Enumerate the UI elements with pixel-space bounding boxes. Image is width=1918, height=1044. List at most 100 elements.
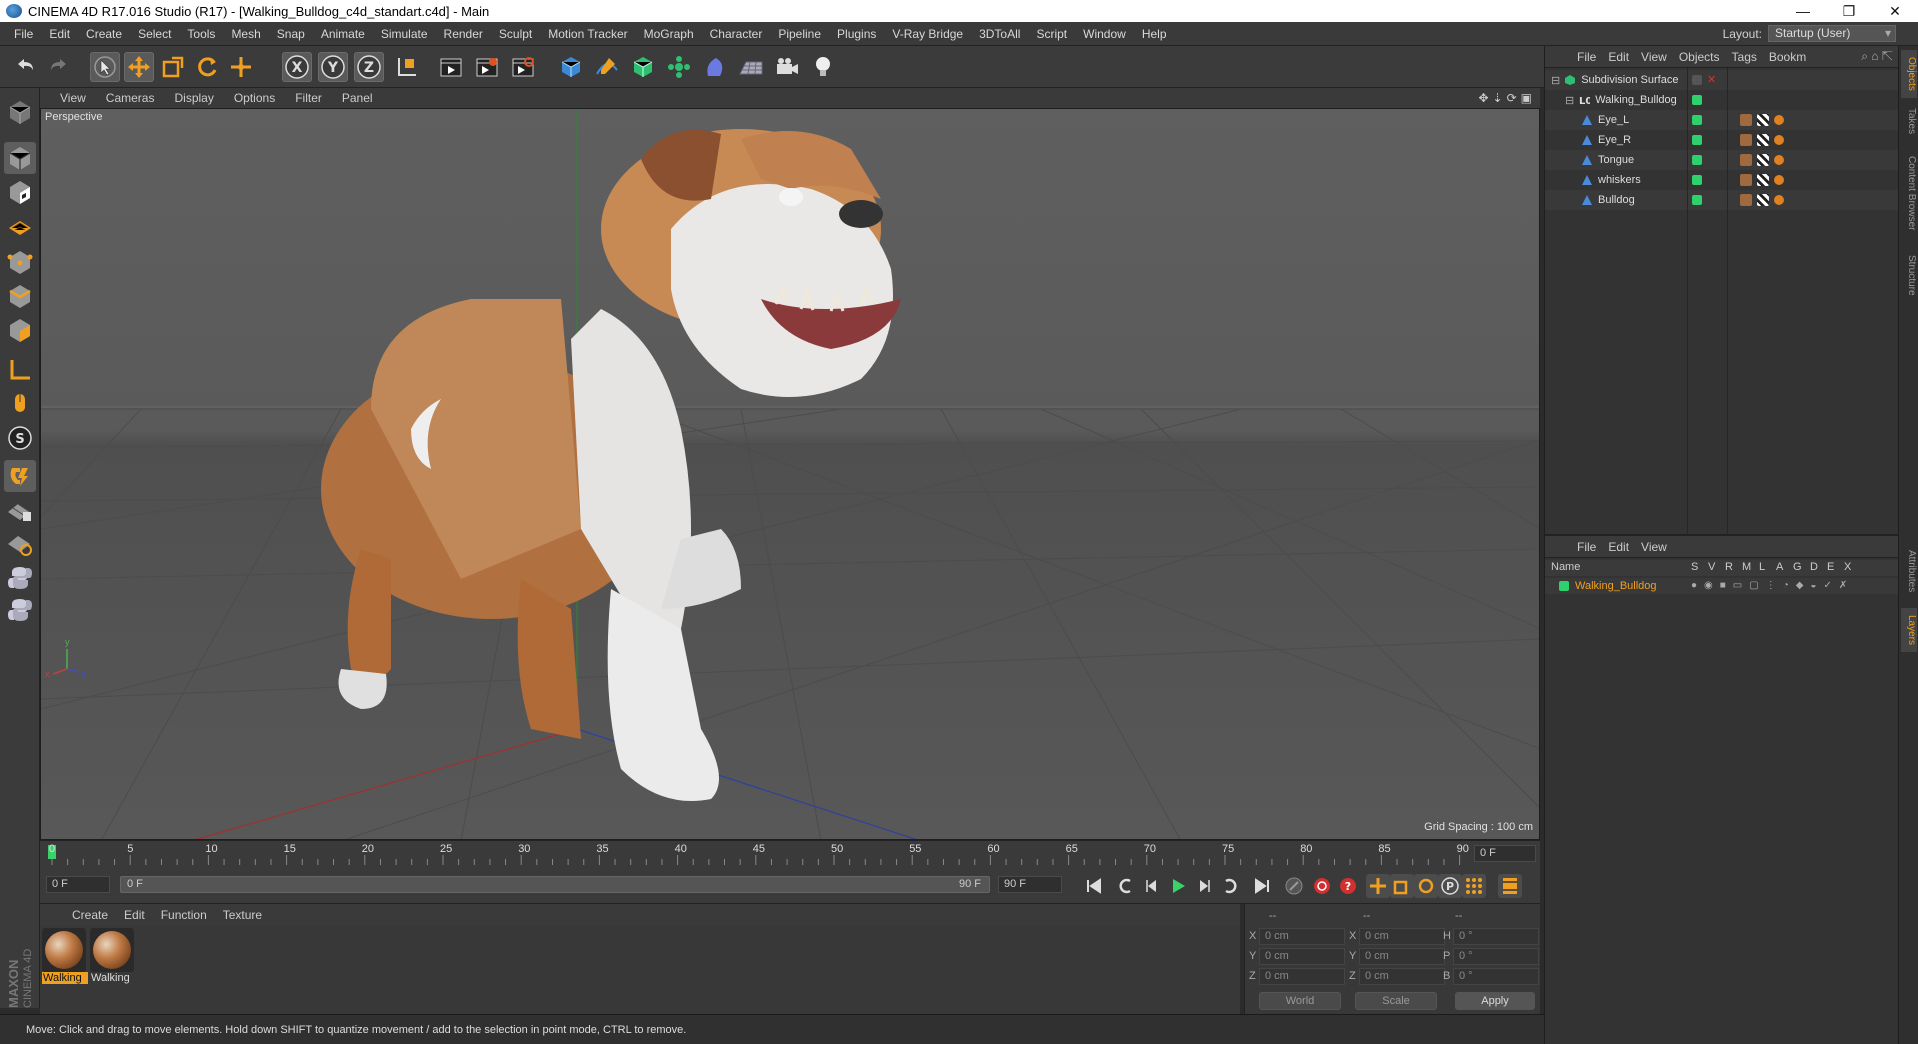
polygons-mode-icon[interactable]: [4, 314, 36, 346]
pos-x-field[interactable]: 0 cm: [1259, 928, 1345, 945]
viewport-menu-options[interactable]: Options: [224, 91, 285, 105]
minimize-button[interactable]: —: [1780, 0, 1826, 22]
current-frame-field[interactable]: 0 F: [1474, 845, 1536, 862]
material-tag-icon[interactable]: [1740, 154, 1752, 166]
grid-lock-icon[interactable]: [4, 496, 36, 528]
layer-color-swatch[interactable]: [1692, 95, 1702, 105]
material-swatch[interactable]: Walking: [42, 928, 88, 986]
make-editable-icon[interactable]: [4, 96, 36, 128]
lm-menu-file[interactable]: File: [1571, 540, 1602, 554]
start-frame-field[interactable]: 0 F: [46, 876, 110, 893]
maximize-view-icon[interactable]: ▣: [1521, 91, 1532, 105]
menu-tools[interactable]: Tools: [179, 27, 223, 41]
om-menu-objects[interactable]: Objects: [1673, 50, 1726, 64]
viewport-menu-view[interactable]: View: [50, 91, 96, 105]
scale-icon[interactable]: [158, 52, 188, 82]
layer-toggle-icons[interactable]: ●◉■▭▢⋮◔◆◒✓✗: [1691, 580, 1854, 591]
key-scale-icon[interactable]: [1390, 874, 1414, 898]
menu-help[interactable]: Help: [1134, 27, 1175, 41]
material-tag-icon[interactable]: [1740, 174, 1752, 186]
menu-animate[interactable]: Animate: [313, 27, 373, 41]
om-menu-bookmarks[interactable]: Bookm: [1763, 50, 1812, 64]
material-menu-texture[interactable]: Texture: [215, 908, 270, 922]
om-search-icon[interactable]: ⌕ ⌂ ⇱: [1861, 49, 1893, 64]
layer-color-swatch[interactable]: [1692, 155, 1702, 165]
subdivision-icon[interactable]: [628, 52, 658, 82]
layer-color-swatch[interactable]: [1692, 175, 1702, 185]
weight-tag-icon[interactable]: [1774, 195, 1784, 205]
orbit-icon[interactable]: ⟳: [1507, 91, 1517, 105]
menu-motion-tracker[interactable]: Motion Tracker: [540, 27, 635, 41]
menu-script[interactable]: Script: [1028, 27, 1075, 41]
material-menu-create[interactable]: Create: [64, 908, 116, 922]
keyframe-selection-icon[interactable]: ?: [1336, 874, 1360, 898]
edges-mode-icon[interactable]: [4, 280, 36, 312]
dolly-icon[interactable]: ⇣: [1493, 91, 1503, 105]
pos-z-field[interactable]: 0 cm: [1259, 968, 1345, 985]
texture-mode-icon[interactable]: [4, 176, 36, 208]
om-menu-edit[interactable]: Edit: [1602, 50, 1635, 64]
render-view-icon[interactable]: [436, 52, 466, 82]
collapse-toggle-icon[interactable]: ⊟: [1551, 74, 1560, 87]
render-picture-viewer-icon[interactable]: [472, 52, 502, 82]
record-objects-icon[interactable]: [1282, 874, 1306, 898]
lm-menu-edit[interactable]: Edit: [1602, 540, 1635, 554]
lm-menu-view[interactable]: View: [1635, 540, 1673, 554]
timeline-window-icon[interactable]: [1498, 874, 1522, 898]
tab-attributes[interactable]: Attributes: [1901, 540, 1917, 602]
uvw-tag-icon[interactable]: [1757, 114, 1769, 126]
material-tag-icon[interactable]: [1740, 194, 1752, 206]
layer-color-swatch[interactable]: [1559, 581, 1569, 591]
rotate-icon[interactable]: [192, 52, 222, 82]
collapse-toggle-icon[interactable]: ⊟: [1565, 94, 1574, 107]
enabled-check-icon[interactable]: ✕: [1707, 73, 1716, 86]
live-select-icon[interactable]: [226, 52, 256, 82]
tab-content-browser[interactable]: Content Browser: [1901, 146, 1917, 240]
weight-tag-icon[interactable]: [1774, 155, 1784, 165]
next-frame-icon[interactable]: [1192, 874, 1216, 898]
next-key-icon[interactable]: [1218, 874, 1242, 898]
menu-file[interactable]: File: [6, 27, 41, 41]
redo-icon[interactable]: [44, 52, 74, 82]
axis-mode-icon[interactable]: [4, 354, 36, 386]
pos-y-field[interactable]: 0 cm: [1259, 948, 1345, 965]
layer-row-walking-bulldog[interactable]: Walking_Bulldog ●◉■▭▢⋮◔◆◒✓✗: [1545, 578, 1899, 594]
menu-edit[interactable]: Edit: [41, 27, 78, 41]
menu-mesh[interactable]: Mesh: [223, 27, 268, 41]
menu-render[interactable]: Render: [436, 27, 491, 41]
select-arrow-icon[interactable]: [90, 52, 120, 82]
layer-color-swatch[interactable]: [1692, 135, 1702, 145]
model-mode-icon[interactable]: [4, 142, 36, 174]
layout-dropdown[interactable]: Startup (User): [1768, 25, 1896, 42]
menu-sculpt[interactable]: Sculpt: [491, 27, 540, 41]
coordinate-system-icon[interactable]: [392, 52, 422, 82]
python-script-icon[interactable]: [4, 594, 36, 626]
object-row-eye-l[interactable]: Eye_L: [1545, 110, 1899, 130]
size-y-field[interactable]: 0 cm: [1359, 948, 1445, 965]
snap-settings-icon[interactable]: [4, 528, 36, 560]
material-menu-function[interactable]: Function: [153, 908, 215, 922]
x-axis-icon[interactable]: X: [282, 52, 312, 82]
key-parameter-icon[interactable]: P: [1438, 874, 1462, 898]
tab-structure[interactable]: Structure: [1901, 246, 1917, 304]
points-mode-icon[interactable]: [4, 246, 36, 278]
om-menu-view[interactable]: View: [1635, 50, 1673, 64]
autokeying-icon[interactable]: [1310, 874, 1334, 898]
uvw-tag-icon[interactable]: [1757, 174, 1769, 186]
weight-tag-icon[interactable]: [1774, 115, 1784, 125]
rot-h-field[interactable]: 0 °: [1453, 928, 1539, 945]
menu-pipeline[interactable]: Pipeline: [770, 27, 829, 41]
tab-objects[interactable]: Objects: [1901, 50, 1917, 98]
y-axis-icon[interactable]: Y: [318, 52, 348, 82]
cube-icon[interactable]: [556, 52, 586, 82]
3d-viewport[interactable]: y x z Perspective Grid Spacing : 100 cm: [40, 108, 1540, 840]
viewport-menu-filter[interactable]: Filter: [285, 91, 332, 105]
key-point-level-icon[interactable]: [1462, 874, 1486, 898]
menu-character[interactable]: Character: [702, 27, 771, 41]
previous-frame-icon[interactable]: [1140, 874, 1164, 898]
layer-color-swatch[interactable]: [1692, 115, 1702, 125]
tab-layers[interactable]: Layers: [1901, 608, 1917, 652]
menu-simulate[interactable]: Simulate: [373, 27, 436, 41]
move-icon[interactable]: [124, 52, 154, 82]
viewport-menu-panel[interactable]: Panel: [332, 91, 383, 105]
